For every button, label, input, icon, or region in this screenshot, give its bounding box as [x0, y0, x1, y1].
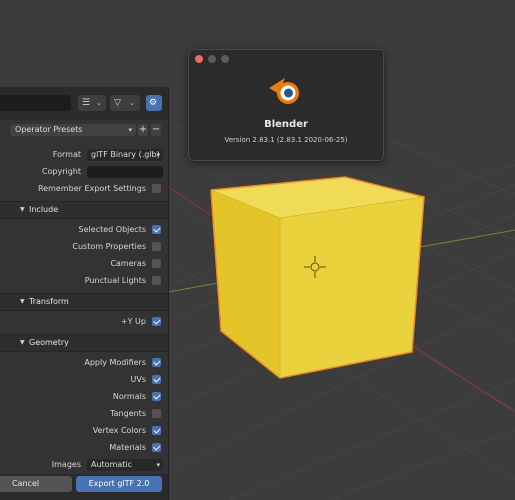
remember-settings-checkbox[interactable]: [152, 184, 161, 193]
chevron-down-icon: ⌄: [129, 99, 135, 107]
filter-button[interactable]: ▽ ⌄: [110, 95, 140, 111]
operator-presets-label: Operator Presets: [15, 125, 83, 134]
images-label: Images: [51, 460, 81, 469]
chevron-down-icon: ▾: [128, 126, 132, 134]
blender-logo-icon: [269, 78, 299, 104]
punctual-lights-label: Punctual Lights: [84, 276, 146, 285]
display-mode-button[interactable]: ☰ ⌄: [78, 95, 106, 111]
filter-icon: ▽: [114, 98, 121, 108]
path-input[interactable]: [0, 95, 71, 111]
images-value: Automatic: [91, 460, 133, 469]
format-label: Format: [52, 150, 81, 159]
about-version: Version 2.83.1 (2.83.1 2020-06-25): [224, 136, 348, 144]
chevron-down-icon: ▾: [156, 461, 160, 469]
custom-properties-label: Custom Properties: [72, 242, 146, 251]
about-title: Blender: [264, 119, 308, 130]
apply-modifiers-checkbox[interactable]: [152, 358, 161, 367]
selected-objects-checkbox[interactable]: [152, 225, 161, 234]
cameras-label: Cameras: [110, 259, 146, 268]
remove-preset-button[interactable]: −: [151, 124, 161, 136]
y-up-label: +Y Up: [120, 317, 146, 326]
materials-label: Materials: [109, 443, 146, 452]
normals-checkbox[interactable]: [152, 392, 161, 401]
operator-presets-dropdown[interactable]: Operator Presets ▾: [10, 124, 136, 136]
maximize-window-button[interactable]: [221, 55, 229, 63]
geometry-section-title: Geometry: [29, 338, 69, 347]
selected-objects-label: Selected Objects: [78, 225, 146, 234]
transform-section-header[interactable]: ▼ Transform: [0, 293, 168, 311]
geometry-section-header[interactable]: ▼ Geometry: [0, 334, 168, 352]
remember-settings-label: Remember Export Settings: [37, 184, 146, 193]
cancel-button[interactable]: Cancel: [0, 476, 72, 492]
transform-section-title: Transform: [29, 297, 69, 306]
custom-properties-checkbox[interactable]: [152, 242, 161, 251]
minimize-window-button[interactable]: [208, 55, 216, 63]
format-value: glTF Binary (.glb): [91, 150, 160, 159]
images-dropdown[interactable]: Automatic ▾: [87, 459, 163, 471]
gltf-export-panel: ☰ ⌄ ▽ ⌄ ⚙ Operator Presets ▾ + − Format …: [0, 87, 169, 500]
include-section-title: Include: [29, 205, 59, 214]
uvs-checkbox[interactable]: [152, 375, 161, 384]
expand-triangle-icon: ▼: [20, 298, 25, 305]
settings-toggle-button[interactable]: ⚙: [146, 95, 162, 111]
chevron-down-icon: ⌄: [96, 99, 102, 107]
normals-label: Normals: [112, 392, 146, 401]
tangents-label: Tangents: [110, 409, 146, 418]
chevron-down-icon: ▾: [156, 151, 160, 159]
gear-icon: ⚙: [149, 98, 158, 108]
copyright-input[interactable]: [87, 166, 163, 178]
y-up-checkbox[interactable]: [152, 317, 161, 326]
expand-triangle-icon: ▼: [20, 339, 25, 346]
apply-modifiers-label: Apply Modifiers: [84, 358, 146, 367]
file-browser-toolbar: ☰ ⌄ ▽ ⌄ ⚙: [0, 87, 168, 120]
format-dropdown[interactable]: glTF Binary (.glb) ▾: [87, 149, 163, 161]
include-section-header[interactable]: ▼ Include: [0, 201, 168, 219]
add-preset-button[interactable]: +: [138, 124, 148, 136]
cameras-checkbox[interactable]: [152, 259, 161, 268]
expand-triangle-icon: ▼: [20, 206, 25, 213]
default-cube[interactable]: [210, 176, 425, 379]
close-window-button[interactable]: [195, 55, 203, 63]
copyright-label: Copyright: [41, 167, 81, 176]
tangents-checkbox[interactable]: [152, 409, 161, 418]
vertex-colors-label: Vertex Colors: [92, 426, 146, 435]
punctual-lights-checkbox[interactable]: [152, 276, 161, 285]
vertex-colors-checkbox[interactable]: [152, 426, 161, 435]
materials-checkbox[interactable]: [152, 443, 161, 452]
export-gltf-button[interactable]: Export glTF 2.0: [76, 476, 162, 492]
list-view-icon: ☰: [82, 98, 91, 108]
uvs-label: UVs: [130, 375, 147, 384]
about-dialog: Blender Version 2.83.1 (2.83.1 2020-06-2…: [188, 49, 384, 161]
